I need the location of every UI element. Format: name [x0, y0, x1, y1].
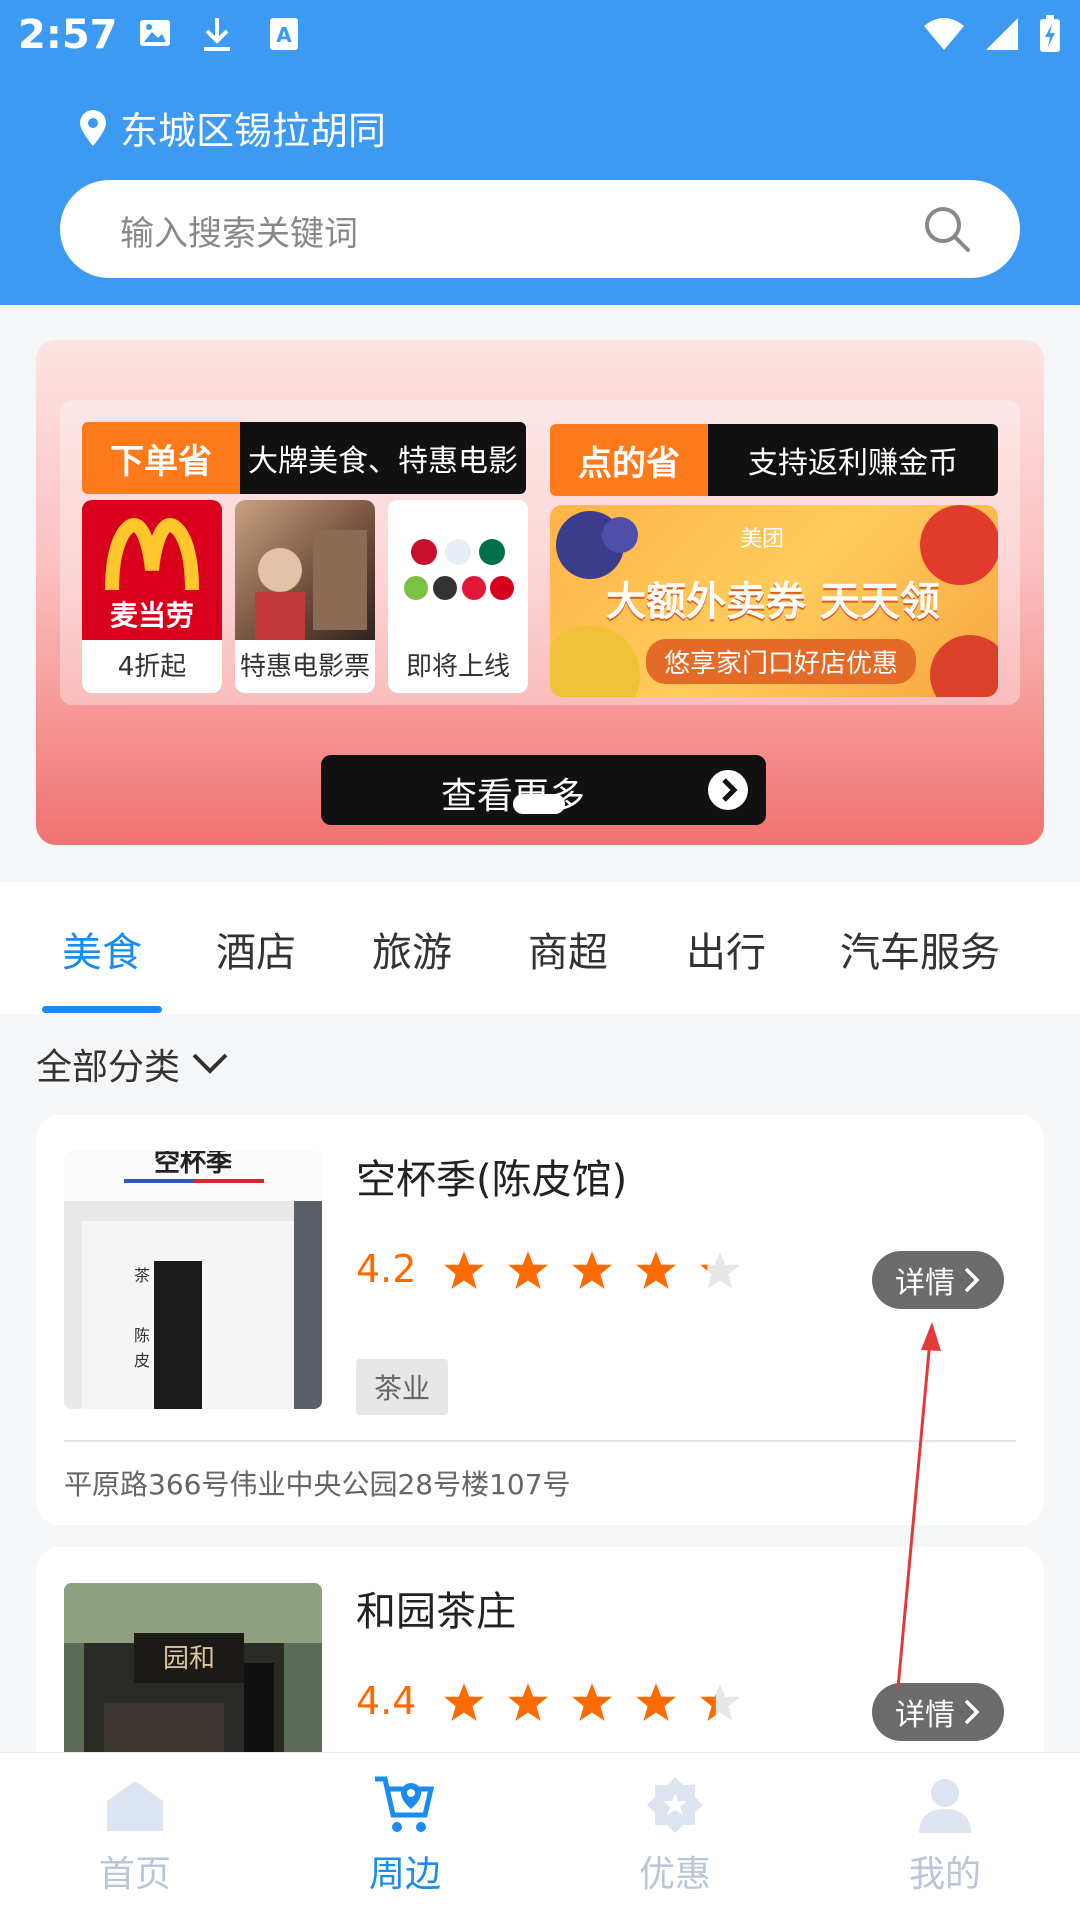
svg-text:A: A: [276, 23, 292, 47]
discount-badge-icon: [647, 1777, 703, 1833]
search-placeholder: 输入搜索关键词: [120, 214, 358, 254]
store-category-tag: 茶业: [356, 1359, 449, 1415]
meituan-brand: 美团: [740, 527, 785, 552]
category-tabs: 美食 酒店 旅游 商超 出行 汽车服务: [0, 882, 1080, 1014]
svg-text:茶: 茶: [134, 1266, 150, 1285]
promo-card-mcdonalds[interactable]: 麦当劳 4折起: [82, 500, 222, 693]
chevron-right-icon: [964, 1267, 980, 1293]
star-filled-icon: [444, 1683, 484, 1721]
store-name: 空杯季(陈皮馆): [356, 1157, 628, 1203]
store-sign: 园和: [163, 1644, 215, 1674]
home-icon: [107, 1781, 163, 1831]
tab-supermarket[interactable]: 商超: [528, 920, 608, 978]
star-filled-icon: [636, 1251, 676, 1289]
star-filled-icon: [636, 1683, 676, 1721]
status-right: [922, 14, 1062, 54]
signal-icon: [986, 18, 1018, 50]
promo-tag-black: 大牌美食、特惠电影: [240, 422, 526, 494]
nav-discount[interactable]: 优惠: [595, 1775, 755, 1897]
meituan-subtitle: 悠享家门口好店优惠: [646, 639, 917, 684]
rating-stars: [442, 1681, 742, 1723]
view-more-label: 查看更多: [441, 776, 586, 817]
font-a-icon: A: [268, 16, 308, 56]
detail-button[interactable]: 详情: [872, 1683, 1004, 1741]
promo-tag-orange: 点的省: [550, 424, 708, 496]
promo-banner[interactable]: 下单省 大牌美食、特惠电影 点的省 支持返利赚金币 麦当劳 4折起 特惠电影票: [36, 340, 1044, 845]
page: 2:57 A 东城区锡拉胡同 输入搜索关键词 下单省 大牌美食、特惠电影 点的省…: [0, 0, 1080, 1920]
store-photo: 空杯季 茶 陈 皮: [64, 1151, 322, 1409]
location-text: 东城区锡拉胡同: [120, 109, 387, 153]
promo-tag-black: 支持返利赚金币: [708, 424, 998, 496]
store-rating: 4.4: [356, 1679, 417, 1723]
category-filter[interactable]: 全部分类: [36, 1038, 230, 1090]
tab-hotel[interactable]: 酒店: [216, 920, 296, 978]
status-bar: 2:57 A: [0, 0, 1080, 76]
movie-poster-image: [235, 500, 375, 640]
card-divider: [64, 1440, 1016, 1442]
bottom-nav: 首页 周边 优惠 我的: [0, 1752, 1080, 1920]
star-filled-icon: [444, 1251, 484, 1289]
tab-food[interactable]: 美食: [62, 920, 142, 978]
promo-tag-left: 下单省 大牌美食、特惠电影: [82, 422, 526, 494]
detail-button[interactable]: 详情: [872, 1251, 1004, 1309]
chevron-right-icon: [708, 770, 748, 810]
nav-nearby[interactable]: 周边: [325, 1775, 485, 1897]
search-input[interactable]: 输入搜索关键词: [60, 180, 1020, 278]
store-name: 和园茶庄: [356, 1589, 516, 1635]
nav-label: 周边: [368, 1854, 441, 1895]
promo-card-label: 特惠电影票: [239, 652, 370, 682]
image-icon: [138, 16, 178, 56]
detail-label: 详情: [895, 1266, 955, 1301]
detail-label: 详情: [895, 1698, 955, 1733]
location[interactable]: 东城区锡拉胡同: [78, 100, 386, 155]
store-sign: 空杯季: [154, 1151, 232, 1178]
brand-logos-image: [388, 500, 528, 640]
star-filled-icon: [572, 1251, 612, 1289]
star-filled-icon: [508, 1683, 548, 1721]
tab-car-service[interactable]: 汽车服务: [840, 920, 1000, 978]
star-half-icon: [700, 1251, 740, 1289]
meituan-title: 大额外卖券 天天领: [606, 579, 940, 625]
star-filled-icon: [572, 1683, 612, 1721]
location-pin-icon: [80, 109, 106, 146]
store-rating: 4.2: [356, 1247, 417, 1291]
store-card[interactable]: 空杯季 茶 陈 皮 空杯季(陈皮馆) 4.2 详情 茶业 平原路366号伟业中央…: [36, 1115, 1044, 1525]
nav-label: 首页: [98, 1854, 171, 1895]
meituan-promo[interactable]: 美团 大额外卖券 天天领 悠享家门口好店优惠: [550, 505, 998, 697]
filter-label: 全部分类: [36, 1047, 181, 1088]
promo-card-label: 即将上线: [405, 652, 510, 682]
tab-transport[interactable]: 出行: [686, 920, 766, 978]
tab-travel[interactable]: 旅游: [372, 920, 452, 978]
mcdonalds-text: 麦当劳: [110, 599, 194, 632]
promo-card-label: 4折起: [117, 652, 187, 682]
chevron-right-icon: [964, 1699, 980, 1725]
nav-profile[interactable]: 我的: [865, 1775, 1025, 1897]
status-time: 2:57: [18, 12, 118, 58]
promo-tag-orange: 下单省: [82, 422, 240, 494]
star-half-icon: [700, 1683, 740, 1721]
nav-label: 优惠: [638, 1854, 711, 1895]
tab-active-indicator: [42, 1006, 162, 1013]
wifi-icon: [924, 18, 964, 50]
svg-text:陈: 陈: [134, 1326, 150, 1345]
profile-icon: [919, 1779, 971, 1833]
nearby-cart-icon: [375, 1776, 435, 1832]
chevron-down-icon: [192, 1053, 228, 1074]
promo-card-coming[interactable]: 即将上线: [388, 500, 528, 693]
mcdonalds-logo-icon: 麦当劳: [82, 500, 222, 640]
search-icon[interactable]: [922, 204, 972, 254]
svg-text:皮: 皮: [134, 1351, 150, 1370]
store-address: 平原路366号伟业中央公园28号楼107号: [64, 1468, 571, 1501]
download-icon: [200, 16, 240, 56]
nav-home[interactable]: 首页: [55, 1775, 215, 1897]
banner-pager-dot: [513, 794, 565, 814]
battery-icon: [1040, 15, 1060, 52]
header: 2:57 A 东城区锡拉胡同 输入搜索关键词: [0, 0, 1080, 305]
rating-stars: [442, 1249, 742, 1291]
promo-card-movie[interactable]: 特惠电影票: [235, 500, 375, 693]
star-filled-icon: [508, 1251, 548, 1289]
nav-label: 我的: [908, 1854, 981, 1895]
promo-tag-right: 点的省 支持返利赚金币: [550, 424, 998, 496]
view-more-button[interactable]: 查看更多: [321, 755, 766, 825]
